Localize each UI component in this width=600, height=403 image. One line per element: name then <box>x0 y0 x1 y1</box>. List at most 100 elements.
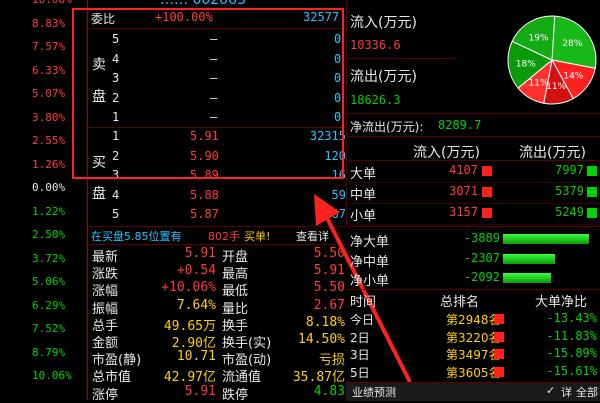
flow-out-label: 流出(万元) <box>350 69 417 85</box>
net-row-name: 净小单 <box>350 274 390 289</box>
pie-slice-label: 18% <box>516 59 536 69</box>
flow-row-out: 5249 <box>555 205 584 219</box>
rank-ratio: -13.43% <box>546 311 597 325</box>
buy-price: 5.88 <box>190 187 219 202</box>
inflow-marker <box>482 187 492 197</box>
flow-row-in: 3071 <box>449 184 478 198</box>
quote-label: 最高 <box>222 267 249 283</box>
net-row-name: 净中单 <box>350 254 390 270</box>
scale-label: 6.29% <box>32 298 66 312</box>
quote-value: 10.71 <box>176 349 216 365</box>
net-row-bar <box>503 273 551 283</box>
buy-level: 4 <box>112 187 120 202</box>
scale-label: 10.06% <box>32 369 72 382</box>
rank-header: 时间 <box>350 295 377 310</box>
net-row-value: -3889 <box>463 231 500 245</box>
pie-slice-label: 19% <box>529 33 549 43</box>
row-divider <box>347 203 600 204</box>
pie-slice-label: 28% <box>562 39 582 49</box>
notice-action: 买单! <box>244 230 271 243</box>
row-divider <box>347 182 600 183</box>
check-icon[interactable]: ✓ <box>546 384 555 397</box>
net-outflow-label: 净流出(万元): <box>350 120 424 134</box>
net-row-value: -2307 <box>463 250 500 265</box>
scale-label: 10.06% <box>32 0 72 6</box>
detail-button[interactable]: 详 <box>561 384 572 400</box>
buy-label-2: 盘 <box>92 186 106 202</box>
rank-time: 5日 <box>350 365 370 380</box>
quote-label: 金额 <box>92 336 119 351</box>
rank-position: 第3605名 <box>446 365 501 380</box>
outflow-marker <box>587 187 597 197</box>
quote-label: 总市值 <box>92 370 132 386</box>
rank-marker <box>494 366 504 377</box>
quote-value: +0.54 <box>176 263 216 279</box>
quote-label: 振幅 <box>92 301 119 317</box>
scale-label: 5.07% <box>32 87 66 100</box>
scale-label: 3.72% <box>32 251 66 265</box>
flow-in-value: 10336.6 <box>350 38 401 52</box>
scale-label: 1.22% <box>32 204 66 218</box>
rank-marker <box>494 331 504 342</box>
quote-label: 最新 <box>92 250 119 265</box>
flow-row-name: 中单 <box>350 188 377 203</box>
notice-qty: 802手 <box>208 230 240 243</box>
pie-slice-label: 11% <box>529 79 549 89</box>
rank-position: 第3497名 <box>446 348 501 362</box>
rank-time: 今日 <box>350 313 375 327</box>
flow-row-in: 3157 <box>449 205 478 219</box>
scale-label: 1.26% <box>32 157 66 171</box>
buy-price: 5.87 <box>190 207 219 221</box>
quote-label: 量比 <box>222 301 249 317</box>
notice-text: 在买盘5.85位置有 <box>91 230 182 243</box>
flow-row-out: 7997 <box>555 163 584 177</box>
flow-row-name: 大单 <box>350 167 377 182</box>
rank-header: 总排名 <box>440 295 480 310</box>
quote-label: 市盈(静) <box>92 353 142 369</box>
quote-value: 42.97亿 <box>163 370 216 386</box>
pie-slice-label: 14% <box>563 72 583 82</box>
scale-label: 3.80% <box>32 110 66 124</box>
row-divider <box>347 224 600 225</box>
buy-level: 5 <box>112 207 120 221</box>
quote-label: 涨幅 <box>92 284 119 300</box>
rank-time: 2日 <box>350 330 370 345</box>
scale-label: 8.79% <box>32 345 66 359</box>
rank-position: 第2948名 <box>446 313 501 327</box>
outflow-marker <box>587 208 597 218</box>
rank-ratio: -15.61% <box>546 363 597 378</box>
quote-value: 5.91 <box>184 383 216 399</box>
quote-label: 总手 <box>92 318 119 334</box>
flow-out-value: 18626.3 <box>350 93 401 107</box>
flow-row-out: 5379 <box>555 184 584 198</box>
flow-pie-chart: 28%14%11%11%18%19% <box>507 15 597 105</box>
rank-time: 3日 <box>350 348 370 362</box>
quote-value: +10.06% <box>161 280 216 296</box>
quote-label: 涨跌 <box>92 267 119 283</box>
tab-earnings-forecast[interactable]: 业绩预测 <box>352 384 396 400</box>
quote-value: 5.91 <box>184 246 216 261</box>
stock-title: …… 002063 <box>160 0 246 8</box>
scale-label: 5.06% <box>32 275 66 288</box>
quote-value: 49.65万 <box>163 318 216 334</box>
all-button[interactable]: 全部 <box>576 384 598 400</box>
quote-label: 换手 <box>222 318 249 334</box>
scale-label: 6.33% <box>32 63 66 77</box>
rank-position: 第3220名 <box>446 330 501 345</box>
net-row-bar <box>503 234 589 244</box>
flow-row-in: 4107 <box>449 163 478 177</box>
net-row-bar <box>503 253 555 264</box>
quote-label: 流通值 <box>222 370 262 386</box>
flow-table-hdr-out: 流出(万元) <box>519 145 586 161</box>
outflow-marker <box>587 166 597 176</box>
net-row-value: -2092 <box>463 270 500 284</box>
scale-label: 7.52% <box>32 322 66 335</box>
scale-label: 7.57% <box>32 40 66 53</box>
net-row-name: 净大单 <box>350 235 390 250</box>
quote-label: 开盘 <box>222 250 249 265</box>
quote-label: 市盈(动) <box>222 353 272 369</box>
highlight-box <box>72 8 344 179</box>
quote-value: 7.64% <box>176 297 216 313</box>
quote-label: 最低 <box>222 284 249 300</box>
flow-in-label: 流入(万元) <box>350 15 417 31</box>
